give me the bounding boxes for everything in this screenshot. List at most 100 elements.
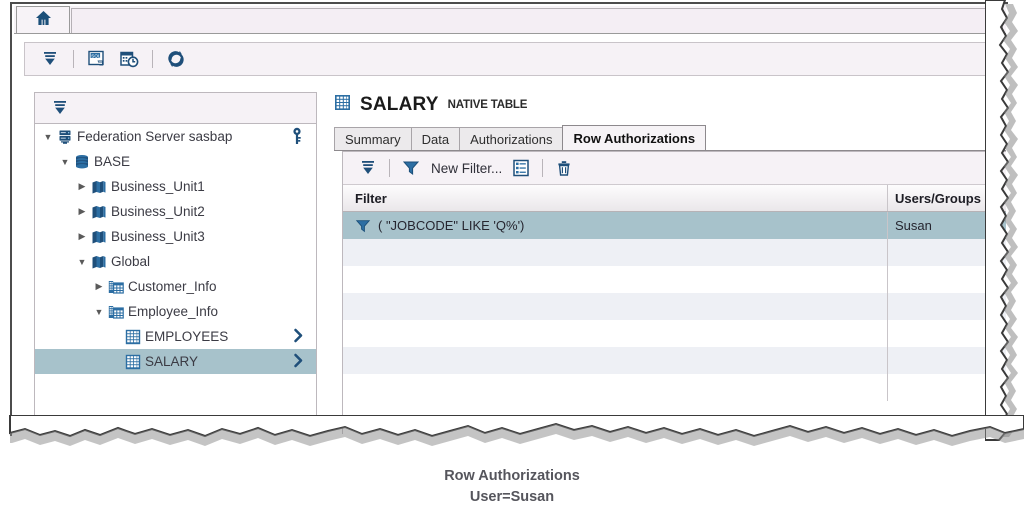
cell-users-groups: [895, 266, 1008, 293]
tree-item-label: BASE: [92, 154, 130, 169]
tree-item-global[interactable]: ▼ Global: [35, 249, 316, 274]
properties-list-icon[interactable]: [506, 154, 536, 182]
table-row[interactable]: [343, 374, 1006, 401]
cell-users-groups: [895, 320, 1008, 347]
tree-item-label: Employee_Info: [126, 304, 218, 319]
caption-line-2: User=Susan: [0, 487, 1024, 508]
schema-icon: [106, 279, 126, 295]
books-icon: [89, 204, 109, 220]
object-kind-label: NATIVE TABLE: [448, 99, 528, 111]
tree-item-label: Business_Unit1: [109, 179, 205, 194]
tree-item-employee-info[interactable]: ▼ Employee_Info: [35, 299, 316, 324]
table-icon: [123, 354, 143, 370]
books-icon: [89, 179, 109, 195]
tree-item-employees[interactable]: EMPLOYEES: [35, 324, 316, 349]
table-icon: [334, 94, 351, 116]
cell-filter: [355, 347, 885, 374]
application-window: SQL: [10, 2, 1008, 436]
twisty-collapsed-icon[interactable]: ▶: [92, 281, 106, 292]
cell-filter-text: ( "JOBCODE" LIKE 'Q%'): [378, 218, 524, 233]
table-row[interactable]: [343, 266, 1006, 293]
column-resize-handle[interactable]: [887, 185, 888, 211]
refresh-icon[interactable]: [161, 45, 191, 73]
grid-body: ( "JOBCODE" LIKE 'Q%') Susan: [343, 212, 1006, 401]
row-column-separator: [887, 266, 888, 293]
twisty-expanded-icon[interactable]: ▼: [58, 157, 72, 167]
tree-item-business-unit2[interactable]: ▶ Business_Unit2: [35, 199, 316, 224]
column-header-users-groups[interactable]: Users/Groups: [895, 185, 1008, 211]
tree-item-label: Business_Unit3: [109, 229, 205, 244]
row-column-separator: [887, 347, 888, 374]
key-icon[interactable]: [290, 127, 304, 148]
twisty-expanded-icon[interactable]: ▼: [75, 257, 89, 267]
funnel-icon: [355, 218, 371, 234]
chevron-right-icon[interactable]: [293, 353, 304, 371]
new-filter-button[interactable]: New Filter...: [431, 161, 502, 176]
tree-item-label: Customer_Info: [126, 279, 217, 294]
cell-users-groups: [895, 374, 1008, 401]
twisty-collapsed-icon[interactable]: ▶: [75, 181, 89, 192]
table-row[interactable]: [343, 239, 1006, 266]
grid-header-row: Filter Users/Groups: [343, 185, 1006, 212]
row-column-separator: [887, 239, 888, 266]
tree-item-label: SALARY: [143, 354, 198, 369]
figure-caption: Row Authorizations User=Susan: [0, 466, 1024, 508]
cell-filter: ( "JOBCODE" LIKE 'Q%'): [355, 212, 885, 239]
twisty-collapsed-icon[interactable]: ▶: [75, 231, 89, 242]
tab-home[interactable]: [16, 6, 70, 33]
menu-filter-icon[interactable]: [35, 45, 65, 73]
caption-line-1: Row Authorizations: [0, 466, 1024, 487]
menu-filter-icon[interactable]: [45, 94, 75, 122]
table-row[interactable]: [343, 347, 1006, 374]
tab-data[interactable]: Data: [411, 127, 460, 151]
menu-filter-icon[interactable]: [353, 154, 383, 182]
tree-item-label: Federation Server sasbap: [75, 129, 232, 144]
table-icon: [123, 329, 143, 345]
toolbar-separator-1: [73, 50, 74, 68]
row-authorizations-panel: New Filter...: [342, 151, 1006, 434]
page-title: SALARY: [360, 94, 439, 116]
cell-users-groups: Susan: [895, 212, 1008, 239]
tree-item-business-unit1[interactable]: ▶ Business_Unit1: [35, 174, 316, 199]
sql-icon[interactable]: SQL: [82, 45, 112, 73]
twisty-expanded-icon[interactable]: ▼: [41, 132, 55, 142]
tree-item-business-unit3[interactable]: ▶ Business_Unit3: [35, 224, 316, 249]
tree-item-base[interactable]: ▼ BASE: [35, 149, 316, 174]
main-toolbar: SQL: [24, 42, 996, 76]
grid-toolbar-separator-2: [542, 159, 543, 177]
tab-row-authorizations[interactable]: Row Authorizations: [562, 125, 706, 151]
tree-item-federation-server-sasbap[interactable]: ▼ Federation Server sasbap: [35, 124, 316, 149]
funnel-icon[interactable]: [396, 154, 426, 182]
column-header-filter[interactable]: Filter: [355, 185, 885, 211]
cell-filter: [355, 293, 885, 320]
tab-bar-empty-area[interactable]: [71, 8, 1003, 33]
object-header: SALARY NATIVE TABLE: [334, 94, 527, 116]
twisty-collapsed-icon[interactable]: ▶: [75, 206, 89, 217]
tree-item-salary[interactable]: SALARY: [35, 349, 316, 374]
cell-filter: [355, 266, 885, 293]
row-column-separator: [887, 374, 888, 401]
grid-toolbar-separator-1: [389, 159, 390, 177]
tree-toolbar: [35, 93, 316, 124]
twisty-expanded-icon[interactable]: ▼: [92, 307, 106, 317]
row-column-separator: [887, 293, 888, 320]
table-row[interactable]: [343, 293, 1006, 320]
chevron-right-icon[interactable]: [293, 328, 304, 346]
table-row[interactable]: [343, 320, 1006, 347]
window-tab-bar: [14, 6, 1006, 34]
schema-icon: [106, 304, 126, 320]
tab-authorizations[interactable]: Authorizations: [459, 127, 563, 151]
cell-users-groups: [895, 239, 1008, 266]
grid-toolbar: New Filter...: [343, 152, 1006, 185]
tree-item-customer-info[interactable]: ▶ Customer_Info: [35, 274, 316, 299]
server-icon: [55, 129, 75, 145]
row-column-separator: [887, 212, 888, 239]
tree-list: ▼ Federation Server sasbap ▼: [35, 124, 316, 433]
trash-icon[interactable]: [549, 154, 579, 182]
cell-users-groups: [895, 293, 1008, 320]
object-tree-panel: ▼ Federation Server sasbap ▼: [34, 92, 317, 432]
calendar-clock-icon[interactable]: [114, 45, 144, 73]
tab-summary[interactable]: Summary: [334, 127, 412, 151]
table-row[interactable]: ( "JOBCODE" LIKE 'Q%') Susan: [343, 212, 1006, 239]
row-column-separator: [887, 320, 888, 347]
